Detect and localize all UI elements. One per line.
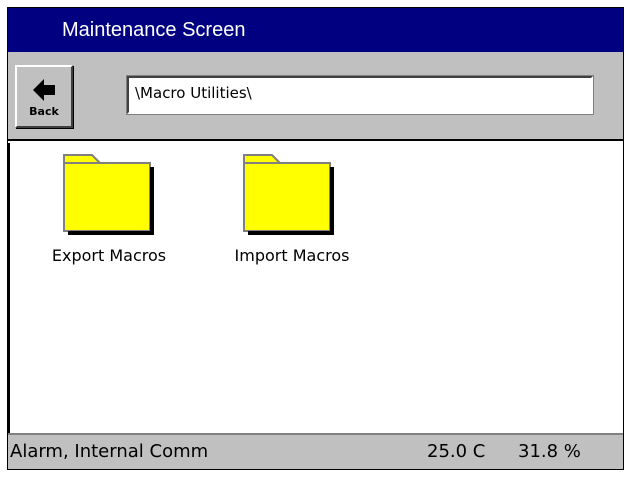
- title-bar: Maintenance Screen: [8, 8, 623, 52]
- window-title: Maintenance Screen: [62, 19, 246, 41]
- humidity-readout: 31.8 %: [518, 441, 581, 462]
- path-field[interactable]: \Macro Utilities\: [126, 75, 594, 115]
- back-button[interactable]: Back: [15, 65, 73, 128]
- status-bar: Alarm, Internal Comm 25.0 C 31.8 %: [8, 433, 623, 469]
- maintenance-window: Maintenance Screen Back \Macro Utilities…: [7, 7, 624, 470]
- folder-icon: [243, 154, 334, 235]
- folder-export-macros[interactable]: Export Macros: [34, 143, 184, 273]
- list-left-edge: [8, 143, 10, 433]
- folder-list: Export Macros Import Macros: [8, 143, 623, 433]
- toolbar: Back \Macro Utilities\: [8, 52, 623, 141]
- arrow-left-icon: [33, 79, 55, 101]
- folder-label: Import Macros: [234, 246, 350, 265]
- temperature-readout: 25.0 C: [427, 441, 486, 462]
- folder-label: Export Macros: [51, 246, 167, 265]
- folder-icon: [63, 154, 154, 235]
- alarm-status: Alarm, Internal Comm: [10, 441, 209, 462]
- folder-import-macros[interactable]: Import Macros: [217, 143, 367, 273]
- back-button-label: Back: [29, 105, 59, 118]
